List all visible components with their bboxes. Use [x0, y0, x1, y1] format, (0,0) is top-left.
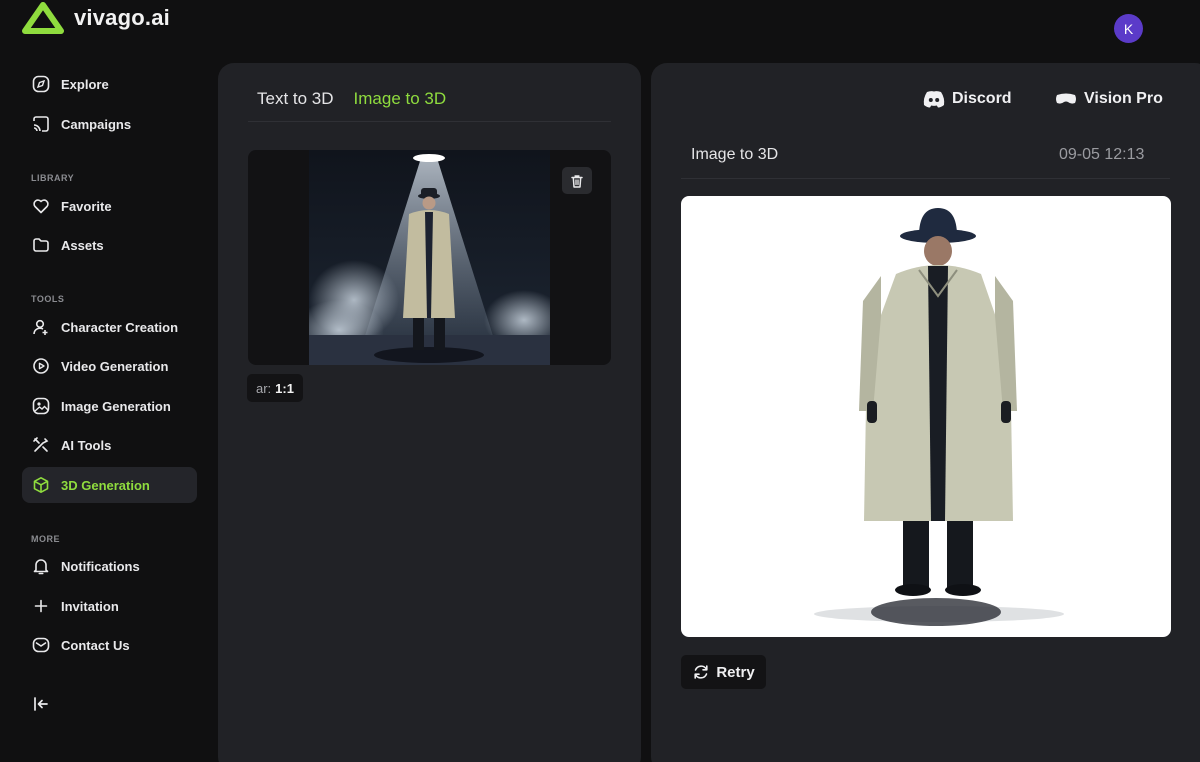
video-icon	[33, 358, 49, 374]
sidebar-item-character-creation[interactable]: Character Creation	[22, 309, 197, 345]
sidebar-item-label: 3D Generation	[61, 477, 150, 493]
image-icon	[32, 397, 50, 415]
library-section-label: LIBRARY	[31, 173, 75, 183]
sidebar-item-label: Favorite	[61, 198, 112, 214]
trash-icon	[571, 174, 583, 188]
vision-pro-icon	[1056, 93, 1076, 104]
aspect-ratio-value: 1:1	[275, 380, 294, 396]
uploaded-image-container[interactable]	[248, 150, 611, 365]
compass-icon	[32, 75, 50, 93]
sidebar-item-ai-tools[interactable]: AI Tools	[22, 427, 197, 463]
sidebar-item-assets[interactable]: Assets	[22, 227, 197, 263]
vision-pro-link[interactable]: Vision Pro	[1054, 89, 1163, 109]
result-panel: Discord Vision Pro Image to 3D 09-05 12:…	[651, 63, 1200, 762]
sidebar-item-3d-generation[interactable]: 3D Generation	[22, 467, 197, 503]
input-panel: Text to 3D Image to 3D ar: 1:1	[218, 63, 641, 762]
plus-icon	[34, 599, 48, 613]
retry-button[interactable]: Retry	[681, 655, 766, 689]
sidebar-item-favorite[interactable]: Favorite	[22, 188, 197, 224]
result-timestamp: 09-05 12:13	[1059, 146, 1145, 163]
tools-section-label: TOOLS	[31, 294, 65, 304]
aspect-ratio-badge: ar: 1:1	[247, 374, 303, 402]
result-title: Image to 3D	[691, 146, 779, 163]
sidebar-item-label: Character Creation	[61, 319, 179, 335]
tab-text-to-3d[interactable]: Text to 3D	[257, 89, 334, 109]
tools-icon	[33, 437, 49, 452]
discord-label: Discord	[952, 90, 1012, 107]
sidebar-item-label: Image Generation	[61, 398, 171, 414]
sidebar-item-label: Invitation	[61, 598, 119, 614]
generated-3d-preview[interactable]	[681, 196, 1171, 637]
vision-pro-label: Vision Pro	[1084, 90, 1163, 107]
sidebar-item-explore[interactable]: Explore	[22, 66, 197, 102]
sidebar-item-contact-us[interactable]: Contact Us	[22, 627, 197, 663]
retry-label: Retry	[716, 663, 755, 681]
sidebar-item-video-generation[interactable]: Video Generation	[22, 348, 197, 384]
tabs-divider	[248, 121, 611, 122]
user-avatar[interactable]: K	[1114, 14, 1143, 43]
brand-name: vivago.ai	[74, 5, 170, 30]
sidebar-item-notifications[interactable]: Notifications	[22, 548, 197, 584]
brand-logo[interactable]: vivago.ai	[22, 2, 170, 34]
sidebar-item-label: Assets	[61, 237, 104, 253]
heart-icon	[33, 199, 49, 214]
sidebar-item-label: Notifications	[61, 558, 140, 574]
discord-icon	[923, 91, 945, 108]
sidebar-item-campaigns[interactable]: Campaigns	[22, 106, 197, 142]
sidebar-item-label: AI Tools	[61, 437, 112, 453]
result-divider	[681, 178, 1170, 179]
sidebar-item-label: Explore	[61, 76, 109, 92]
more-section-label: MORE	[31, 534, 60, 544]
delete-image-button[interactable]	[562, 167, 592, 194]
user-plus-icon	[33, 319, 48, 335]
sidebar-item-label: Contact Us	[61, 637, 130, 653]
uploaded-image	[309, 150, 550, 365]
mail-icon	[32, 637, 50, 653]
refresh-icon	[694, 665, 708, 679]
sidebar-item-image-generation[interactable]: Image Generation	[22, 388, 197, 424]
bell-icon	[33, 559, 49, 575]
sidebar-item-label: Campaigns	[61, 116, 132, 132]
aspect-ratio-key: ar:	[256, 380, 272, 396]
tab-image-to-3d[interactable]: Image to 3D	[354, 89, 447, 109]
sidebar: Explore Campaigns LIBRARY Favorite Asset…	[0, 62, 218, 762]
generation-mode-tabs: Text to 3D Image to 3D	[257, 89, 446, 109]
discord-link[interactable]: Discord	[922, 89, 1012, 109]
sidebar-item-label: Video Generation	[61, 358, 169, 374]
generated-figure-image	[814, 208, 1064, 626]
cast-icon	[33, 116, 49, 132]
collapse-sidebar-icon[interactable]	[31, 694, 51, 714]
sidebar-item-invitation[interactable]: Invitation	[22, 588, 197, 624]
folder-icon	[33, 238, 49, 252]
vivago-logo-icon	[22, 2, 64, 34]
cube-icon	[33, 477, 49, 493]
